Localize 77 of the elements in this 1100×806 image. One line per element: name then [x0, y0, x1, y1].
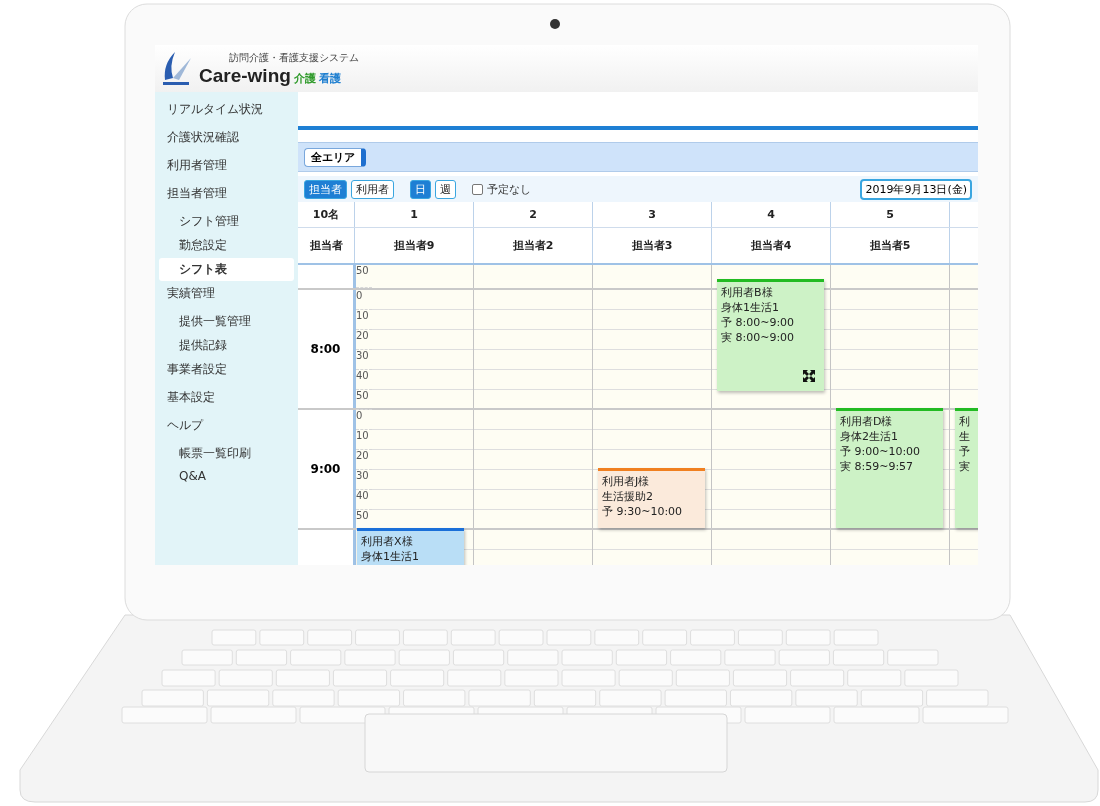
sidebar-subitem[interactable]: 提供記録: [159, 334, 294, 357]
date-button[interactable]: 2019年9月13日(金): [860, 178, 972, 200]
staff-name: 担当者9: [354, 228, 473, 263]
appointment-card[interactable]: 利 生 予 実: [955, 408, 978, 528]
view-toggle[interactable]: 担当者: [304, 179, 347, 199]
sidebar-item[interactable]: 実績管理: [159, 282, 294, 305]
minute-label: 20: [356, 330, 369, 342]
minute-label: 50: [356, 265, 369, 277]
column-number: 4: [711, 202, 830, 227]
staff-name: 担当者2: [473, 228, 592, 263]
appointment-text: 予 8:00~9:00: [721, 314, 796, 330]
column-number: 3: [592, 202, 711, 227]
staff-name: 担当者4: [711, 228, 830, 263]
appointment-text: 利用者J様: [602, 474, 651, 489]
appointment-card[interactable]: 利用者B様 身体1生活1 予 8:00~9:00 実 8:00~9:00: [717, 278, 824, 391]
minute-label: 10: [356, 310, 369, 322]
sidebar-subitem[interactable]: 勤怠設定: [159, 234, 294, 257]
expand-icon[interactable]: [802, 368, 816, 383]
sidebar-subitem[interactable]: シフト管理: [159, 210, 294, 233]
checkbox[interactable]: [472, 183, 483, 195]
view-toggle[interactable]: 利用者: [351, 179, 394, 199]
minute-label: 50: [356, 510, 369, 522]
sidebar-item[interactable]: 基本設定: [159, 386, 294, 409]
appointment-text: 身体1生活1: [361, 549, 420, 564]
logo-tag: 看護: [318, 70, 341, 86]
appointment-text: 利用者D様: [840, 414, 894, 429]
column-number: 1: [354, 202, 473, 227]
appointment-text: 予: [959, 444, 971, 459]
minute-label: 40: [356, 370, 369, 382]
minute-label: 30: [356, 470, 369, 482]
brand-name: Care-wing: [199, 64, 291, 87]
appointment-text: 身体1生活1: [721, 299, 780, 315]
appointment-text: 予 9:00~10:00: [840, 444, 922, 459]
minute-label: 40: [356, 490, 369, 502]
logo-tag: 介護: [293, 70, 316, 86]
appointment-text: 実: [959, 459, 971, 474]
area-select[interactable]: 全エリア: [304, 147, 366, 167]
range-toggle[interactable]: 日: [410, 179, 431, 199]
sidebar-item[interactable]: 利用者管理: [159, 154, 294, 177]
sidebar-item[interactable]: リアルタイム状況: [159, 98, 294, 121]
column-number: 2: [473, 202, 592, 227]
appointment-text: 生: [959, 429, 971, 444]
appointment-text: 予 9:30~10:00: [602, 504, 684, 519]
appointment-text: 利: [959, 414, 971, 429]
appointment-text: 生活援助2: [602, 489, 654, 504]
logo-subtitle: 訪問介護・看護支援システム: [229, 50, 359, 65]
minute-label: 10: [356, 430, 369, 442]
minute-label: 50: [356, 390, 369, 402]
staff-name: 担当者5: [830, 228, 949, 263]
sidebar-subitem[interactable]: 提供一覧管理: [159, 310, 294, 333]
appointment-text: 実 8:00~9:00: [721, 329, 796, 345]
range-toggle[interactable]: 週: [435, 179, 456, 199]
appointment-card[interactable]: 利用者X様 身体1生活1: [357, 528, 464, 565]
sidebar-item[interactable]: 担当者管理: [159, 182, 294, 205]
column-number: 5: [830, 202, 949, 227]
appointment-text: 利用者B様: [721, 284, 774, 300]
staff-label: 担当者: [308, 238, 344, 254]
staff-name: 担当者3: [592, 228, 711, 263]
hour-label: 9:00: [310, 462, 341, 476]
sidebar-subitem[interactable]: 帳票一覧印刷: [159, 442, 294, 465]
staff-count: 10名: [311, 207, 341, 223]
minute-label: 0: [356, 410, 363, 422]
checkbox-label: 予定なし: [487, 181, 531, 197]
appointment-text: 利用者X様: [361, 534, 414, 549]
appointment-card[interactable]: 利用者J様 生活援助2 予 9:30~10:00: [598, 468, 705, 528]
sidebar-item[interactable]: 事業者設定: [159, 358, 294, 381]
minute-label: 20: [356, 450, 369, 462]
sidebar-subitem[interactable]: シフト表: [159, 258, 294, 281]
appointment-card[interactable]: 利用者D様 身体2生活1 予 9:00~10:00 実 8:59~9:57: [836, 408, 943, 528]
sidebar-item[interactable]: 介護状況確認: [159, 126, 294, 149]
hour-label: 8:00: [310, 342, 341, 356]
minute-label: 30: [356, 350, 369, 362]
sidebar-item[interactable]: ヘルプ: [159, 414, 294, 437]
appointment-text: 身体2生活1: [840, 429, 899, 444]
minute-label: 0: [356, 290, 363, 302]
appointment-text: 実 8:59~9:57: [840, 459, 915, 474]
sidebar-subitem[interactable]: Q&A: [159, 466, 294, 486]
